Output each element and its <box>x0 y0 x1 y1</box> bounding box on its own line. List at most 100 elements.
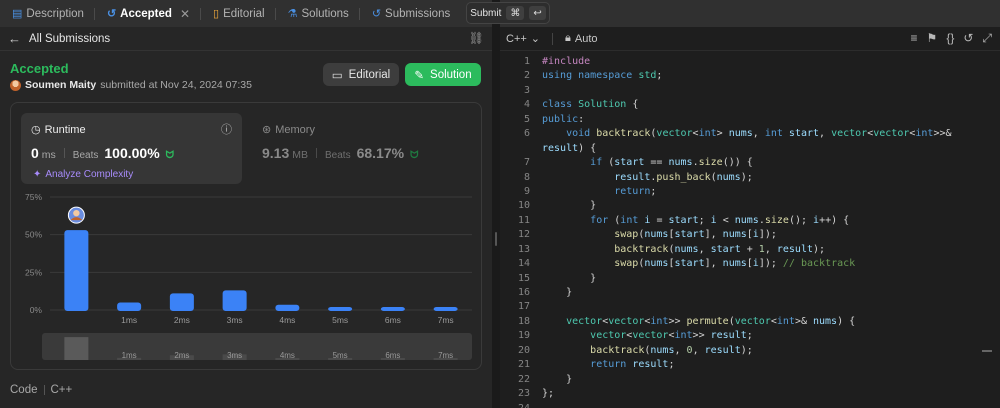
code-line[interactable]: 2 using namespace std; <box>500 69 1000 83</box>
code-line[interactable]: 1 #include <box>500 55 1000 69</box>
code-area[interactable]: 1 #include 2 using namespace std; 3 4 class … <box>500 55 1000 408</box>
code-line[interactable]: result) { <box>500 142 1000 156</box>
code-line[interactable]: 19 vector<vector<int>> result; <box>500 329 1000 343</box>
close-icon[interactable]: ✕ <box>180 7 190 21</box>
code-line[interactable]: 18 vector<vector<int>> permute(vector<in… <box>500 315 1000 329</box>
code-token: nums <box>728 128 753 140</box>
code-line[interactable]: 15 } <box>500 272 1000 286</box>
code-token: Solution <box>578 99 627 111</box>
code-token: ()) { <box>722 157 753 169</box>
code-line[interactable]: 9 return; <box>500 185 1000 199</box>
code-line[interactable]: 17 <box>500 300 1000 314</box>
code-line[interactable]: 6 void backtrack(vector<int> nums, int s… <box>500 127 1000 141</box>
code-token: { <box>626 99 639 111</box>
resize-grip[interactable] <box>495 232 497 246</box>
code-text: swap(nums[start], nums[i]); // backtrack <box>530 257 855 271</box>
code-token: int <box>620 214 645 226</box>
editor-top-strip <box>500 0 1000 27</box>
range-navigator <box>42 333 472 360</box>
memory-panel[interactable]: ⊛ Memory 9.13 MB Beats 68.17% ᗢ <box>262 113 472 184</box>
code-line[interactable]: 14 swap(nums[start], nums[i]); // backtr… <box>500 257 1000 271</box>
code-line[interactable]: 10 } <box>500 199 1000 213</box>
bookmark-icon[interactable]: ⚑ <box>927 31 938 46</box>
navigator-tick-label: 6ms <box>385 351 400 360</box>
code-line[interactable]: 4 class Solution { <box>500 98 1000 112</box>
avatar[interactable] <box>10 79 21 91</box>
code-token: start <box>674 258 705 270</box>
code-line[interactable]: 20 backtrack(nums, 0, result); <box>500 344 1000 358</box>
editorial-button[interactable]: ▭ Editorial <box>323 63 399 86</box>
command-key: ⌘ <box>506 6 525 20</box>
code-text: result.push_back(nums); <box>530 171 753 185</box>
code-text: void backtrack(vector<int> nums, int sta… <box>530 127 951 141</box>
tab-description[interactable]: ▤ Description <box>6 0 101 27</box>
tab-solutions[interactable]: ⚗ Solutions <box>282 0 366 27</box>
solution-button[interactable]: ✎ Solution <box>405 63 481 86</box>
panel-resizer[interactable] <box>492 0 500 408</box>
tab-submissions[interactable]: ↺ Submissions <box>366 0 456 27</box>
code-token: return <box>614 185 651 197</box>
code-line[interactable]: 11 for (int i = start; i < nums.size(); … <box>500 214 1000 228</box>
code-line[interactable]: 8 result.push_back(nums); <box>500 171 1000 185</box>
code-line[interactable]: 16 } <box>500 286 1000 300</box>
runtime-panel[interactable]: ◷ Runtime ⓘ 0 ms Beats 100.00% ᗢ ✦ Analy… <box>21 113 242 184</box>
reset-icon[interactable]: ↺ <box>963 31 973 46</box>
all-submissions-link[interactable]: All Submissions <box>29 33 110 45</box>
info-icon[interactable]: ⓘ <box>221 121 232 137</box>
code-line[interactable]: 3 <box>500 84 1000 98</box>
code-token: int <box>650 315 669 327</box>
code-token: nums <box>716 171 741 183</box>
code-line[interactable]: 13 backtrack(nums, start + 1, result); <box>500 243 1000 257</box>
auto-mode[interactable]: 🔒︎ Auto <box>565 32 598 45</box>
chart-bar <box>275 304 300 311</box>
code-token: nums <box>644 258 669 270</box>
leetcode-cat-icon: ᗢ <box>410 150 419 161</box>
tab-editorial[interactable]: ▯ Editorial <box>207 0 282 27</box>
analyze-complexity-button[interactable]: ✦ Analyze Complexity <box>33 169 133 180</box>
code-token: start <box>788 128 820 140</box>
code-text: result) { <box>530 142 596 156</box>
code-text: }; <box>530 387 554 401</box>
code-text: if (start == nums.size()) { <box>530 156 753 170</box>
code-line[interactable]: 22 } <box>500 373 1000 387</box>
line-number: 24 <box>517 402 530 408</box>
code-token: vector <box>590 330 627 342</box>
braces-icon[interactable]: {} <box>946 31 954 46</box>
code-token: swap <box>614 258 639 270</box>
history-icon: ↺ <box>106 8 117 20</box>
code-line[interactable]: 12 swap(nums[start], nums[i]); <box>500 228 1000 242</box>
code-token: if <box>590 157 609 169</box>
code-line[interactable]: 5 public: <box>500 113 1000 127</box>
link-icon[interactable]: ⛓ <box>469 31 484 45</box>
line-number: 5 <box>523 113 530 125</box>
code-line[interactable]: 7 if (start == nums.size()) { <box>500 156 1000 170</box>
code-text: } <box>530 272 596 286</box>
line-number: 18 <box>517 315 530 327</box>
divider <box>63 148 65 158</box>
code-token: return <box>590 359 633 371</box>
format-icon[interactable]: ≡ <box>911 31 918 46</box>
runtime-distribution-chart[interactable]: 0% 25% 50% 75% 1ms 2ms 3ms 4ms 5ms 6ms 7ms 1ms 2ms 3m… <box>10 188 482 368</box>
fullscreen-icon[interactable]: ⤢ <box>982 31 992 46</box>
code-token: result <box>710 330 747 342</box>
code-token: result <box>776 243 813 255</box>
language-select[interactable]: C++ ⌄ <box>506 32 540 46</box>
code-line[interactable]: 23}; <box>500 387 1000 401</box>
submit-tooltip: Submit ⌘ ↩ <box>466 2 550 24</box>
code-line[interactable]: 24 <box>500 402 1000 408</box>
username[interactable]: Soumen Maity <box>25 79 96 91</box>
scrollbar-marker[interactable] <box>982 350 992 352</box>
code-token: int <box>698 128 717 140</box>
arrow-left-icon[interactable]: ← <box>8 31 21 46</box>
navigator-tick-label: 2ms <box>174 351 189 360</box>
navigator-tick-label: 5ms <box>333 351 348 360</box>
tab-accepted[interactable]: ↺ Accepted ✕ <box>101 0 207 27</box>
navigator-tick-label: 3ms <box>227 351 242 360</box>
tab-divider <box>93 7 95 20</box>
code-line[interactable]: 21 return result; <box>500 358 1000 372</box>
x-tick-label: 4ms <box>279 315 295 325</box>
